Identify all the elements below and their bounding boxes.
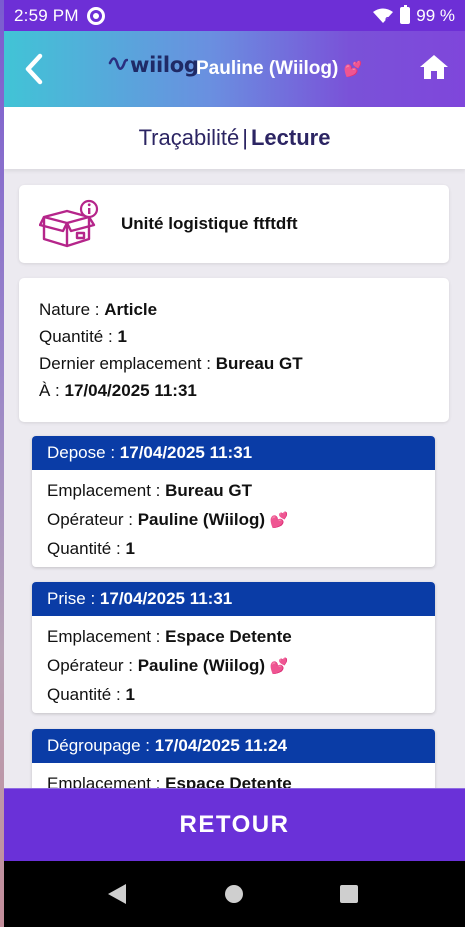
quantity-label: Quantité : [47,539,126,558]
movement-body: Emplacement : Bureau GT Opérateur : Paul… [32,470,435,567]
movement-operator: Pauline (Wiilog) [137,510,266,529]
header-user: Pauline (Wiilog) 💕 [196,58,362,80]
movement-card[interactable]: Prise : 17/04/2025 11:31 Emplacement : E… [32,582,435,713]
movement-operator-row: Opérateur : Pauline (Wiilog) 💕 [47,505,420,534]
page-title: Traçabilité | Lecture [4,107,465,169]
movement-operator: Pauline (Wiilog) [137,656,266,675]
retour-button[interactable]: RETOUR [4,788,465,861]
logistic-unit-card: Unité logistique ftftdft [19,185,449,263]
title-separator: | [242,125,248,150]
last-location-row: Dernier emplacement : Bureau GT [39,350,429,377]
svg-text:6: 6 [385,16,390,24]
location-label: Emplacement : [47,481,166,500]
logistic-unit-label: Unité logistique ftftdft [121,214,298,233]
movement-date: 17/04/2025 11:31 [119,443,253,462]
nature-label: Nature : [39,300,105,319]
movement-location-row: Emplacement : Espace Detente [47,622,420,651]
title-tracabilite: Traçabilité [138,125,240,150]
wiilog-logo: wiilog [108,53,199,77]
movement-header: Depose : 17/04/2025 11:31 [32,436,435,470]
movement-location: Bureau GT [165,481,253,500]
logo-text: wiilog [130,53,199,77]
movement-type: Depose [47,443,106,462]
title-lecture: Lecture [250,125,331,150]
wave-logo-icon [108,57,128,71]
heart-emoji: 💕 [343,61,363,78]
operator-label: Opérateur : [47,510,138,529]
movement-quantity-row: Quantité : 1 [47,534,420,563]
movement-location: Espace Detente [165,627,292,646]
nature-value: Article [104,300,158,319]
status-bar: 2:59 PM 6 99 % [4,0,465,31]
movement-card[interactable]: Dégroupage : 17/04/2025 11:24 Emplacemen… [32,729,435,788]
sync-icon [86,6,105,25]
movement-type: Dégroupage [47,736,141,755]
movement-type: Prise [47,589,86,608]
movement-location-row: Emplacement : Espace Detente [47,769,420,788]
nav-home-icon[interactable] [224,883,244,905]
heart-emoji: 💕 [269,512,289,529]
navigation-bar [4,861,465,927]
quantity-value: 1 [117,327,127,346]
movement-quantity-row: Quantité : 1 [47,680,420,709]
date-label: À : [39,381,65,400]
user-name: Pauline (Wiilog) [196,58,339,79]
details-card: Nature : Article Quantité : 1 Dernier em… [19,278,449,422]
back-button[interactable] [20,51,50,87]
quantity-row: Quantité : 1 [39,323,429,350]
battery-icon [400,5,411,24]
movement-card[interactable]: Depose : 17/04/2025 11:31 Emplacement : … [32,436,435,567]
quantity-label: Quantité : [39,327,118,346]
operator-label: Opérateur : [47,656,138,675]
heart-emoji: 💕 [269,658,289,675]
home-button[interactable] [419,53,449,81]
location-label: Emplacement : [47,627,166,646]
date-value: 17/04/2025 11:31 [64,381,197,400]
box-info-icon [39,199,99,248]
movement-header: Prise : 17/04/2025 11:31 [32,582,435,616]
movement-operator-row: Opérateur : Pauline (Wiilog) 💕 [47,651,420,680]
movements-list[interactable]: Depose : 17/04/2025 11:31 Emplacement : … [4,430,465,788]
battery-level: 99 % [416,5,455,25]
movement-location-row: Emplacement : Bureau GT [47,476,420,505]
last-location-value: Bureau GT [215,354,303,373]
movement-quantity: 1 [125,539,135,558]
app-header: wiilog Pauline (Wiilog) 💕 [4,31,465,107]
movement-body: Emplacement : Espace Detente [32,763,435,788]
nature-row: Nature : Article [39,296,429,323]
nav-back-icon[interactable] [107,883,127,905]
movement-location: Espace Detente [165,774,292,788]
nav-recents-icon[interactable] [339,883,359,905]
movement-date: 17/04/2025 11:31 [99,589,233,608]
date-row: À : 17/04/2025 11:31 [39,377,429,404]
status-time: 2:59 PM [14,5,79,25]
quantity-label: Quantité : [47,685,126,704]
movement-header: Dégroupage : 17/04/2025 11:24 [32,729,435,763]
status-icons: 6 99 % [372,5,455,26]
phone-screen: 2:59 PM 6 99 % wiilog Pauline (Wiilog) 💕 [4,0,465,927]
last-location-label: Dernier emplacement : [39,354,216,373]
movement-date: 17/04/2025 11:24 [154,736,288,755]
location-label: Emplacement : [47,774,166,788]
wifi-icon: 6 [373,8,394,24]
movement-quantity: 1 [125,685,135,704]
movement-body: Emplacement : Espace Detente Opérateur :… [32,616,435,713]
